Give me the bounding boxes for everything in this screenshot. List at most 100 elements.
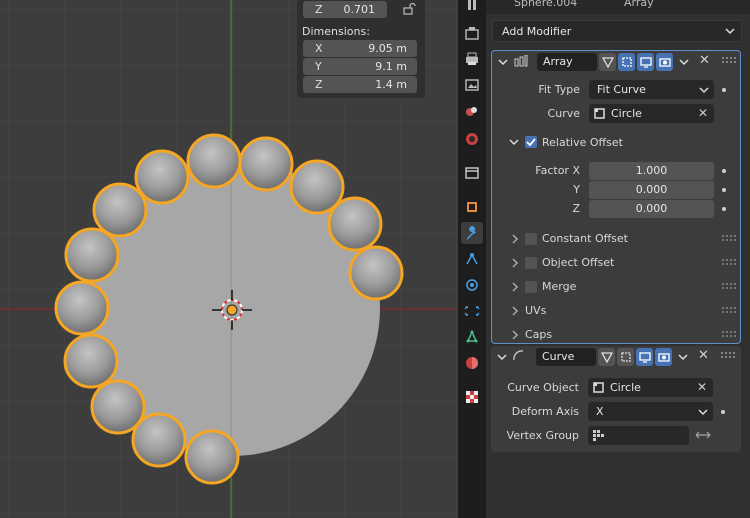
constant-offset-label[interactable]: Constant Offset bbox=[542, 232, 628, 245]
curve-object-icon bbox=[593, 382, 604, 393]
collapse-chevron-icon[interactable] bbox=[498, 57, 508, 67]
render-toggle[interactable] bbox=[656, 53, 673, 71]
curve-object-field[interactable]: Circle ✕ bbox=[588, 378, 713, 397]
sphere bbox=[90, 379, 146, 435]
factor-z-label: Z bbox=[572, 202, 580, 215]
chevron-right-icon[interactable] bbox=[510, 282, 520, 292]
keyframe-dot[interactable] bbox=[722, 207, 726, 211]
tab-collection[interactable] bbox=[461, 162, 483, 184]
tab-tool[interactable] bbox=[461, 0, 483, 16]
merge-label[interactable]: Merge bbox=[542, 280, 576, 293]
render-icon bbox=[465, 27, 479, 40]
dimensions-title: Dimensions: bbox=[302, 25, 370, 38]
material-icon bbox=[466, 357, 478, 369]
add-modifier-dropdown[interactable]: Add Modifier bbox=[492, 20, 742, 42]
tab-modifiers[interactable] bbox=[461, 222, 483, 244]
clear-icon[interactable]: ✕ bbox=[697, 380, 707, 394]
invert-arrows-icon[interactable] bbox=[695, 430, 711, 440]
curve-object-label: Curve Object bbox=[507, 381, 579, 394]
render-toggle[interactable] bbox=[655, 348, 672, 366]
collapse-chevron-icon[interactable] bbox=[497, 352, 507, 362]
keyframe-dot[interactable] bbox=[721, 410, 725, 414]
particles-icon bbox=[466, 253, 478, 265]
clear-icon[interactable]: ✕ bbox=[698, 106, 708, 120]
monitor-icon bbox=[639, 57, 652, 68]
chevron-down-icon[interactable] bbox=[678, 352, 688, 362]
chevron-right-icon[interactable] bbox=[510, 330, 520, 340]
chevron-down-icon[interactable] bbox=[679, 57, 689, 67]
edit-mode-toggle[interactable] bbox=[617, 348, 634, 366]
keyframe-dot[interactable] bbox=[722, 188, 726, 192]
curve-modifier-panel: Curve ✕ Curve Object Circle ✕ Deform Axi… bbox=[491, 346, 741, 452]
factor-z-field[interactable]: 0.000 bbox=[589, 200, 714, 218]
merge-checkbox[interactable] bbox=[525, 281, 537, 293]
edit-cage-button[interactable] bbox=[599, 53, 616, 71]
uvs-label[interactable]: UVs bbox=[525, 304, 546, 317]
factor-y-field[interactable]: 0.000 bbox=[589, 181, 714, 199]
vertex-group-field[interactable] bbox=[588, 426, 689, 445]
curve-name-field[interactable]: Curve bbox=[536, 348, 596, 366]
close-icon[interactable]: ✕ bbox=[699, 53, 710, 68]
edit-mode-toggle[interactable] bbox=[618, 53, 635, 71]
drag-handle-icon[interactable] bbox=[722, 307, 736, 315]
constant-offset-checkbox[interactable] bbox=[525, 233, 537, 245]
drag-handle-icon[interactable] bbox=[722, 331, 736, 339]
chevron-down-icon bbox=[698, 409, 708, 416]
chevron-right-icon[interactable] bbox=[510, 234, 520, 244]
tab-scene[interactable] bbox=[461, 100, 483, 122]
chevron-right-icon[interactable] bbox=[510, 258, 520, 268]
tab-constraints[interactable] bbox=[461, 300, 483, 322]
3d-viewport[interactable]: Z 0.701 Dimensions: X 9.05 m Y 9.1 m Z 1… bbox=[0, 0, 458, 518]
chevron-down-icon bbox=[699, 87, 709, 94]
checker-texture-icon bbox=[466, 391, 478, 403]
printer-icon bbox=[466, 52, 478, 65]
object-offset-checkbox[interactable] bbox=[525, 257, 537, 269]
tab-view-layer[interactable] bbox=[461, 74, 483, 96]
drag-handle-icon[interactable] bbox=[722, 235, 736, 243]
tab-output[interactable] bbox=[461, 48, 483, 70]
drag-handle-icon[interactable] bbox=[722, 57, 736, 65]
on-cage-button[interactable] bbox=[598, 348, 615, 366]
tab-physics[interactable] bbox=[461, 274, 483, 296]
caps-label[interactable]: Caps bbox=[525, 328, 552, 341]
drag-handle-icon[interactable] bbox=[721, 352, 735, 360]
curve-modifier-icon bbox=[513, 350, 524, 361]
wrench-icon bbox=[467, 226, 476, 240]
drag-handle-icon[interactable] bbox=[722, 259, 736, 267]
tab-texture[interactable] bbox=[461, 386, 483, 408]
keyframe-dot[interactable] bbox=[722, 88, 726, 92]
drag-handle-icon[interactable] bbox=[722, 283, 736, 291]
factor-x-label: Factor X bbox=[535, 164, 580, 177]
tool-icon bbox=[468, 0, 476, 10]
chevron-right-icon[interactable] bbox=[510, 306, 520, 316]
curve-object-value: Circle bbox=[610, 381, 641, 394]
array-name-field[interactable]: Array bbox=[537, 53, 597, 71]
add-modifier-label: Add Modifier bbox=[502, 25, 572, 38]
chevron-down-icon[interactable] bbox=[509, 137, 519, 147]
deform-axis-dropdown[interactable]: X bbox=[588, 402, 713, 421]
keyframe-dot[interactable] bbox=[722, 169, 726, 173]
tab-object[interactable] bbox=[461, 196, 483, 218]
tab-render[interactable] bbox=[461, 22, 483, 44]
viewport-display-toggle[interactable] bbox=[637, 53, 654, 71]
factor-x-field[interactable]: 1.000 bbox=[589, 162, 714, 180]
curve-object-field[interactable]: Circle ✕ bbox=[589, 104, 714, 123]
tab-material[interactable] bbox=[461, 352, 483, 374]
relative-offset-checkbox[interactable] bbox=[525, 136, 537, 148]
object-offset-label[interactable]: Object Offset bbox=[542, 256, 614, 269]
close-icon[interactable]: ✕ bbox=[698, 348, 709, 363]
edit-mode-icon bbox=[620, 352, 631, 362]
tab-particles[interactable] bbox=[461, 248, 483, 270]
curve-object-icon bbox=[594, 108, 605, 119]
sphere bbox=[92, 182, 148, 238]
properties-editor: Sphere.004 Array Add Modifier Array ✕ Fi… bbox=[486, 0, 750, 518]
fit-type-dropdown[interactable]: Fit Curve bbox=[589, 80, 714, 99]
modifier-name-breadcrumb: Array bbox=[624, 0, 654, 9]
lock-icon[interactable] bbox=[402, 3, 416, 15]
camera-icon bbox=[658, 58, 671, 67]
array-modifier-icon bbox=[514, 55, 528, 67]
viewport-display-toggle[interactable] bbox=[636, 348, 653, 366]
tab-world[interactable] bbox=[461, 128, 483, 150]
tab-data[interactable] bbox=[461, 326, 483, 348]
dim-y-label: Y bbox=[315, 60, 322, 73]
